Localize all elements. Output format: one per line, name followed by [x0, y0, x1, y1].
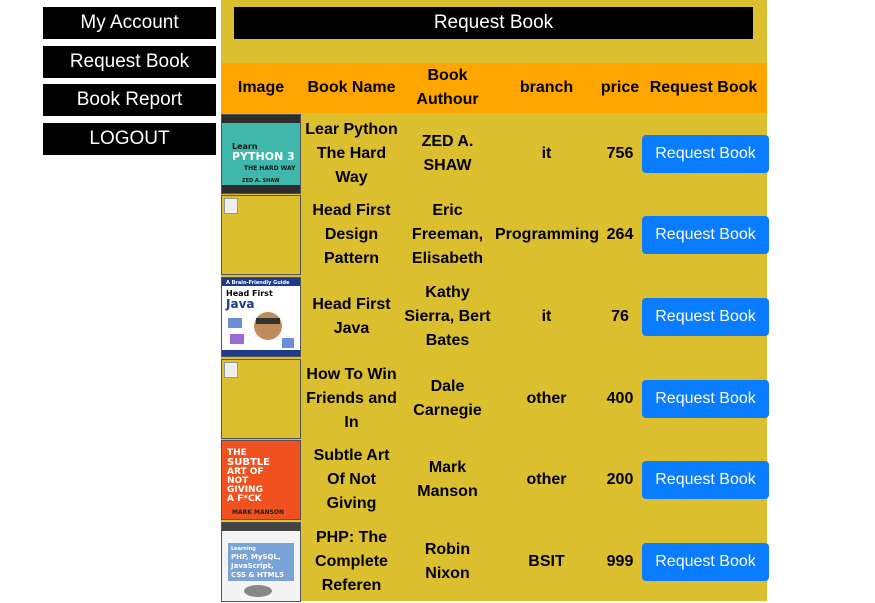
- book-author: Mark Manson: [417, 459, 478, 501]
- table-header-row: Image Book Name Book Authour branch pric…: [221, 63, 767, 113]
- request-book-button[interactable]: Request Book: [642, 461, 769, 500]
- cover-text: THE HARD WAY: [244, 165, 296, 172]
- table-row: THE SUBTLE ART OF NOT GIVING A F*CK MARK…: [221, 439, 769, 521]
- sidebar: My Account Request Book Book Report LOGO…: [43, 7, 216, 161]
- books-table: Image Book Name Book Authour branch pric…: [221, 63, 769, 603]
- book-name: How To Win Friends and In: [306, 365, 397, 431]
- nav-book-report[interactable]: Book Report: [43, 84, 216, 116]
- book-price: 264: [606, 226, 634, 244]
- book-author: Kathy Sierra, Bert Bates: [404, 283, 491, 349]
- book-author: ZED A. SHAW: [421, 132, 474, 174]
- cover-text: Learning: [231, 546, 256, 552]
- request-book-button[interactable]: Request Book: [642, 297, 769, 336]
- request-book-button[interactable]: Request Book: [642, 542, 769, 581]
- book-branch: other: [526, 389, 567, 407]
- header-branch: branch: [519, 79, 574, 96]
- book-price: 76: [611, 307, 629, 325]
- header-request-book: Request Book: [649, 79, 758, 96]
- book-cover-image: A Brain-Friendly Guide Head First Java: [221, 276, 301, 357]
- table-row: A Brain-Friendly Guide Head First Java H…: [221, 276, 769, 358]
- book-branch: other: [526, 471, 567, 489]
- book-cover-image: [221, 195, 301, 276]
- book-name: Head First Design Pattern: [312, 202, 391, 268]
- nav-my-account[interactable]: My Account: [43, 7, 216, 39]
- book-branch: it: [541, 307, 552, 325]
- book-author: Eric Freeman, Elisabeth: [411, 202, 484, 268]
- book-cover-image: [221, 358, 301, 439]
- table-row: Learn PYTHON 3 THE HARD WAY ZED A. SHAW …: [221, 113, 769, 195]
- request-book-button[interactable]: Request Book: [642, 134, 769, 173]
- book-cover-image: Learn PYTHON 3 THE HARD WAY ZED A. SHAW: [221, 113, 301, 194]
- book-name: PHP: The Complete Referen: [315, 528, 388, 594]
- header-image: Image: [237, 79, 285, 96]
- cover-text: JavaScript,: [230, 562, 274, 570]
- header-book-author: Book Authour: [416, 67, 479, 108]
- table-row: How To Win Friends and In Dale Carnegie …: [221, 358, 769, 440]
- nav-request-book[interactable]: Request Book: [43, 45, 216, 78]
- header-book-name: Book Name: [307, 79, 396, 96]
- page-title: Request Book: [234, 7, 753, 39]
- cover-text: Java: [225, 297, 254, 311]
- book-author: Robin Nixon: [424, 540, 471, 582]
- nav-logout[interactable]: LOGOUT: [43, 122, 216, 155]
- book-cover-image: Learning PHP, MySQL, JavaScript, CSS & H…: [221, 521, 301, 602]
- book-name: Head First Java: [312, 295, 391, 337]
- broken-image-icon: [224, 198, 238, 215]
- cover-text: PHP, MySQL,: [231, 553, 281, 561]
- header-price: price: [600, 79, 640, 96]
- table-row: Head First Design Pattern Eric Freeman, …: [221, 195, 769, 277]
- table-row: Learning PHP, MySQL, JavaScript, CSS & H…: [221, 521, 769, 603]
- book-price: 200: [606, 471, 634, 489]
- request-book-button[interactable]: Request Book: [642, 379, 769, 418]
- cover-text: A F*CK: [227, 494, 263, 504]
- book-price: 400: [606, 389, 634, 407]
- broken-image-icon: [224, 361, 238, 378]
- main-panel: Request Book Image Book Name Book Authou…: [221, 0, 769, 603]
- request-book-button[interactable]: Request Book: [642, 216, 769, 255]
- book-cover-image: THE SUBTLE ART OF NOT GIVING A F*CK MARK…: [221, 440, 301, 521]
- cover-text: A Brain-Friendly Guide: [226, 280, 290, 286]
- book-price: 756: [606, 144, 634, 162]
- cover-text: ZED A. SHAW: [242, 178, 280, 184]
- book-name: Subtle Art Of Not Giving: [313, 447, 390, 513]
- book-author: Dale Carnegie: [413, 377, 482, 419]
- book-name: Lear Python The Hard Way: [305, 120, 398, 186]
- cover-text: CSS & HTML5: [231, 571, 284, 579]
- book-branch: it: [541, 144, 552, 162]
- cover-text: MARK MANSON: [232, 509, 284, 516]
- book-branch: BSIT: [528, 552, 565, 570]
- cover-text: PYTHON 3: [232, 150, 295, 163]
- book-price: 999: [606, 552, 634, 570]
- book-branch: Programming: [495, 226, 600, 244]
